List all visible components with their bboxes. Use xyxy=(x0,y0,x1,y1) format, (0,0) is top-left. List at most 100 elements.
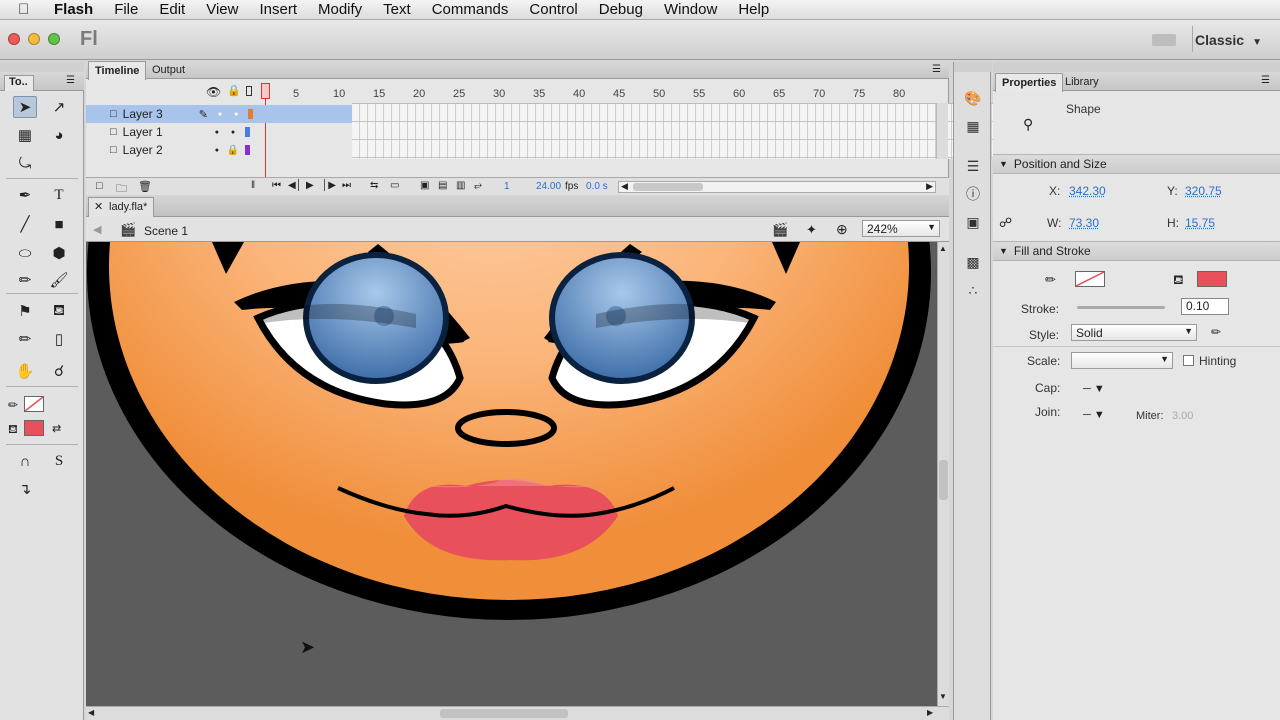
menu-commands[interactable]: Commands xyxy=(432,1,509,18)
layer-color-swatch[interactable] xyxy=(245,127,251,137)
tab-properties[interactable]: Properties xyxy=(995,73,1064,92)
align-icon[interactable]: ☰ xyxy=(963,156,983,176)
scroll-thumb[interactable] xyxy=(440,709,568,718)
tab-library[interactable]: Library xyxy=(1059,73,1105,91)
close-tab-icon[interactable]: ✕ xyxy=(94,200,103,213)
tab-output[interactable]: Output xyxy=(146,61,191,79)
scroll-thumb[interactable] xyxy=(939,460,948,500)
straighten-icon[interactable]: ↴ xyxy=(13,478,37,500)
eraser-tool-icon[interactable]: ▯ xyxy=(47,328,71,350)
delete-icon[interactable]: 🗑 xyxy=(138,180,152,193)
bone-tool-icon[interactable]: ⚑ xyxy=(13,300,37,322)
menu-modify[interactable]: Modify xyxy=(318,1,362,18)
face-shape[interactable] xyxy=(87,242,931,620)
menu-help[interactable]: Help xyxy=(738,1,769,18)
oval-tool-icon[interactable]: ⬭ xyxy=(13,242,37,264)
step-back-icon[interactable]: ◀│ xyxy=(288,180,302,191)
scale-select[interactable]: ▼ xyxy=(1071,352,1173,369)
swatches-icon[interactable]: ▦ xyxy=(963,116,983,136)
menu-window[interactable]: Window xyxy=(664,1,717,18)
text-tool-icon[interactable]: T xyxy=(47,184,71,206)
menu-view[interactable]: View xyxy=(206,1,238,18)
center-stage-icon[interactable]: ⊕ xyxy=(836,221,848,238)
go-to-first-frame-icon[interactable]: ⏮ xyxy=(272,180,281,191)
apple-icon[interactable]:  xyxy=(18,1,40,18)
info-icon[interactable]: ⓘ xyxy=(963,184,983,204)
modify-markers-icon[interactable]: ⥂ xyxy=(474,180,482,191)
menu-debug[interactable]: Debug xyxy=(599,1,643,18)
fps-value[interactable]: 24.00 xyxy=(536,181,561,192)
fill-color-swatch[interactable] xyxy=(24,420,44,436)
show-hide-eye-icon[interactable]: 👁 xyxy=(206,85,221,99)
zoom-tool-icon[interactable]: ☌ xyxy=(47,360,71,382)
scroll-down-icon[interactable]: ▼ xyxy=(939,692,947,701)
menu-edit[interactable]: Edit xyxy=(159,1,185,18)
subselection-tool-icon[interactable]: ↗ xyxy=(47,96,71,118)
stage-vscroll[interactable]: ▲ ▼ xyxy=(937,242,949,706)
3d-rotation-tool-icon[interactable]: ◕ xyxy=(47,124,71,146)
scroll-thumb[interactable] xyxy=(633,183,703,191)
frame-row[interactable] xyxy=(352,104,1022,122)
layer-row[interactable]: □ Layer 1 ● ● xyxy=(86,123,352,141)
style-select[interactable]: Solid ▼ xyxy=(1071,324,1197,341)
section-fill-stroke[interactable]: ▼ Fill and Stroke xyxy=(993,241,1280,261)
timeline-hscroll[interactable]: ◀ ▶ xyxy=(618,181,936,193)
link-constrain-icon[interactable]: ☍ xyxy=(999,215,1012,231)
selection-tool-icon[interactable]: ➤ xyxy=(13,96,37,118)
stroke-slider[interactable] xyxy=(1077,306,1165,309)
sync-settings-icon[interactable] xyxy=(1152,34,1176,46)
minimize-window-button[interactable] xyxy=(28,33,40,45)
line-tool-icon[interactable]: ╱ xyxy=(13,213,37,235)
pencil-tool-icon[interactable]: ✏ xyxy=(13,269,37,291)
zoom-window-button[interactable] xyxy=(48,33,60,45)
scroll-right-icon[interactable]: ▶ xyxy=(927,708,933,717)
layer-name[interactable]: Layer 1 xyxy=(123,125,163,139)
color-palette-icon[interactable]: 🎨 xyxy=(963,88,983,108)
hand-tool-icon[interactable]: ✋ xyxy=(13,360,37,382)
w-value[interactable]: 73.30 xyxy=(1069,216,1099,230)
elapsed-time[interactable]: 0.0 s xyxy=(586,181,608,192)
stroke-color-swatch[interactable] xyxy=(1075,271,1105,287)
transform-icon[interactable]: ▣ xyxy=(963,212,983,232)
brush-tool-icon[interactable]: 🖌 xyxy=(47,269,71,291)
tools-collapse-bar[interactable] xyxy=(0,62,84,72)
playhead[interactable] xyxy=(261,83,270,99)
visible-dot[interactable]: ● xyxy=(215,147,219,154)
frame-row[interactable] xyxy=(352,122,1022,140)
layer-row[interactable]: □ Layer 3 ✎ ● ● xyxy=(86,105,352,123)
h-value[interactable]: 15.75 xyxy=(1185,216,1215,230)
step-forward-icon[interactable]: │▶ xyxy=(322,180,336,191)
scroll-up-icon[interactable]: ▲ xyxy=(939,244,947,253)
swap-colors-icon[interactable]: ⇄ xyxy=(52,422,61,435)
play-icon[interactable]: ▶ xyxy=(306,180,314,191)
workspace-switcher[interactable]: Classic ▼ xyxy=(1195,32,1262,48)
layer-name[interactable]: Layer 2 xyxy=(123,143,163,157)
loop-icon[interactable]: ⇆ xyxy=(370,180,378,191)
go-to-last-frame-icon[interactable]: ⏭ xyxy=(342,180,351,191)
lock-dot[interactable]: ● xyxy=(234,111,238,118)
polystar-tool-icon[interactable]: ⬢ xyxy=(47,242,71,264)
stage[interactable]: ➤ xyxy=(86,242,937,706)
fill-color-swatch[interactable] xyxy=(1197,271,1227,287)
hinting-checkbox[interactable] xyxy=(1183,355,1194,366)
lock-dot[interactable]: ● xyxy=(231,129,235,136)
panel-menu-icon[interactable]: ☰ xyxy=(932,64,941,75)
center-frame-icon[interactable]: ‖ xyxy=(251,180,255,191)
timeline-vscroll[interactable] xyxy=(936,103,948,159)
zoom-select[interactable]: 242% ▼ xyxy=(862,220,940,237)
scroll-left-icon[interactable]: ◀ xyxy=(621,181,628,192)
onion-markers-icon[interactable]: ▥ xyxy=(456,180,465,191)
rectangle-tool-icon[interactable]: ■ xyxy=(47,213,71,235)
scene-label[interactable]: Scene 1 xyxy=(144,224,188,238)
scroll-right-icon[interactable]: ▶ xyxy=(926,181,933,192)
onion-skin-icon[interactable]: ▭ xyxy=(390,180,399,191)
edit-scene-icon[interactable]: 🎬 xyxy=(772,222,788,238)
x-value[interactable]: 342.30 xyxy=(1069,184,1106,198)
menu-insert[interactable]: Insert xyxy=(259,1,297,18)
edit-symbols-icon[interactable]: ✦ xyxy=(806,222,817,238)
panel-menu-icon[interactable]: ☰ xyxy=(66,75,75,86)
lock-icon[interactable]: 🔒 xyxy=(227,84,241,97)
tools-tab[interactable]: To.. xyxy=(4,75,34,91)
stroke-color-swatch[interactable] xyxy=(24,396,44,412)
layer-name[interactable]: Layer 3 xyxy=(123,107,163,121)
